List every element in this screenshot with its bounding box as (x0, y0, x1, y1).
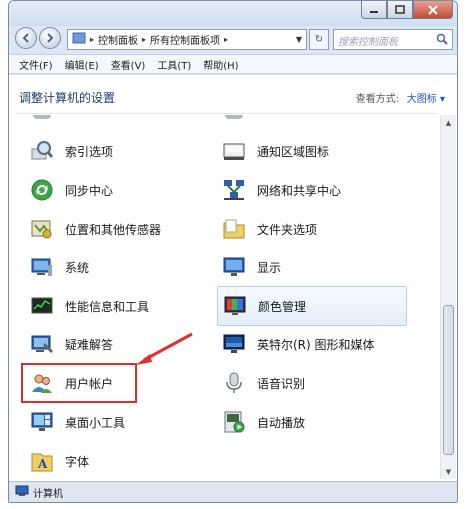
item-label: 显示 (257, 260, 282, 275)
gadgets-icon (29, 409, 55, 435)
menu-file[interactable]: 文件(F) (13, 57, 59, 72)
svg-text:A: A (37, 457, 48, 471)
user-accounts-icon (29, 370, 55, 396)
item-label: 桌面小工具 (65, 415, 126, 430)
item-label: 疑难解答 (65, 337, 114, 352)
status-bar: 计算机 (9, 481, 457, 502)
menu-edit[interactable]: 编辑(E) (59, 57, 105, 72)
address-bar-row: ▸ 控制面板 ▸ 所有控制面板项 ▸ ▼ ↻ 搜索控制面板 (9, 27, 457, 53)
magnifier-icon (29, 138, 55, 164)
color-management-icon (222, 293, 248, 319)
item-label: 系统 (65, 260, 90, 275)
control-panel-window: ▸ 控制面板 ▸ 所有控制面板项 ▸ ▼ ↻ 搜索控制面板 文件(F) 编辑(E… (8, 0, 458, 503)
item-label: 索引选项 (65, 144, 114, 159)
item-fonts[interactable]: A 字体 (29, 443, 219, 479)
item-notification-area-icons[interactable]: 通知区域图标 (221, 133, 411, 169)
item-label: 自动播放 (257, 415, 306, 430)
forward-button[interactable] (39, 27, 61, 49)
address-field[interactable]: ▸ 控制面板 ▸ 所有控制面板项 ▸ ▼ (67, 29, 307, 50)
item-sync-center[interactable]: 同步中心 (29, 172, 219, 208)
display-icon (221, 254, 247, 280)
item-performance[interactable]: 性能信息和工具 (29, 288, 219, 324)
menu-tools[interactable]: 工具(T) (151, 57, 197, 72)
performance-icon (29, 293, 55, 319)
minimize-button[interactable] (361, 1, 387, 19)
breadcrumb-all-items[interactable]: 所有控制面板项 (146, 32, 224, 47)
microphone-icon (221, 370, 247, 396)
fonts-icon: A (29, 448, 55, 474)
close-icon (428, 4, 438, 15)
menu-help[interactable]: 帮助(H) (197, 57, 244, 72)
item-autoplay[interactable]: 自动播放 (221, 404, 411, 440)
view-by-label: 查看方式: (355, 94, 399, 105)
scroll-up-icon[interactable]: ▲ (441, 115, 456, 130)
minimize-icon (370, 10, 378, 13)
item-label: 字体 (65, 454, 90, 469)
address-location-icon (68, 32, 90, 47)
close-button[interactable] (413, 1, 453, 19)
item-system[interactable]: 系统 (29, 249, 219, 285)
item-display[interactable]: 显示 (221, 249, 411, 285)
item-user-accounts[interactable]: 用户帐户 (21, 363, 137, 403)
item-label: 文件夹选项 (257, 222, 318, 237)
refresh-button[interactable]: ↻ (309, 29, 329, 50)
menu-view[interactable]: 查看(V) (105, 57, 152, 72)
troubleshoot-icon (29, 331, 55, 357)
item-label: 同步中心 (65, 183, 114, 198)
title-bar (9, 1, 457, 26)
vertical-scrollbar[interactable]: ▲ ▼ (440, 115, 456, 479)
item-network-sharing-center[interactable]: 网络和共享中心 (221, 172, 411, 208)
breadcrumb-separator-icon: ▸ (224, 35, 229, 44)
refresh-icon: ↻ (314, 34, 324, 45)
view-by-dropdown[interactable]: 大图标 ▾ (407, 90, 445, 105)
search-placeholder: 搜索控制面板 (338, 37, 398, 48)
item-label: 语音识别 (257, 376, 306, 391)
item-label: 颜色管理 (258, 299, 307, 314)
item-label: 通知区域图标 (257, 144, 330, 159)
content-pane: 调整计算机的设置 查看方式: 大图标 ▾ 索引选项 通知区域图标 同步中心 网络… (9, 75, 457, 481)
item-intel-graphics-media[interactable]: 英特尔(R) 图形和媒体 (221, 326, 411, 362)
network-icon (221, 177, 247, 203)
partial-icon (225, 115, 243, 119)
forward-arrow-icon (47, 33, 54, 43)
item-label: 英特尔(R) 图形和媒体 (257, 337, 375, 352)
annotation-arrow-icon (136, 332, 193, 365)
intel-graphics-icon (221, 331, 247, 357)
partial-icon (33, 115, 51, 119)
back-button[interactable] (15, 27, 37, 49)
item-indexing-options[interactable]: 索引选项 (29, 133, 219, 169)
item-label: 网络和共享中心 (257, 183, 342, 198)
maximize-icon (395, 5, 405, 14)
item-label: 性能信息和工具 (65, 299, 150, 314)
page-title: 调整计算机的设置 (19, 91, 116, 105)
folder-icon (221, 216, 247, 242)
notification-area-icon (221, 138, 247, 164)
item-desktop-gadgets[interactable]: 桌面小工具 (29, 404, 219, 440)
item-folder-options[interactable]: 文件夹选项 (221, 211, 411, 247)
caption-buttons (361, 1, 453, 19)
back-arrow-icon (22, 33, 29, 43)
item-label: 用户帐户 (65, 376, 114, 391)
autoplay-icon (221, 409, 247, 435)
status-text: 计算机 (33, 489, 63, 500)
search-input[interactable]: 搜索控制面板 (333, 29, 453, 50)
sync-center-icon (29, 177, 55, 203)
scroll-down-icon[interactable]: ▼ (441, 464, 456, 479)
divider (17, 113, 437, 114)
menu-bar: 文件(F) 编辑(E) 查看(V) 工具(T) 帮助(H) (9, 54, 457, 74)
system-icon (29, 254, 55, 280)
address-dropdown-icon[interactable]: ▼ (296, 35, 302, 44)
sensor-icon (29, 216, 55, 242)
scrollbar-thumb[interactable] (443, 305, 454, 455)
search-icon[interactable] (436, 33, 448, 48)
maximize-button[interactable] (387, 1, 413, 19)
computer-icon (15, 485, 29, 500)
breadcrumb-control-panel[interactable]: 控制面板 (94, 32, 142, 47)
item-location-sensors[interactable]: 位置和其他传感器 (29, 211, 219, 247)
item-speech-recognition[interactable]: 语音识别 (221, 365, 411, 401)
item-label: 位置和其他传感器 (65, 222, 162, 237)
item-color-management[interactable]: 颜色管理 (217, 286, 407, 326)
